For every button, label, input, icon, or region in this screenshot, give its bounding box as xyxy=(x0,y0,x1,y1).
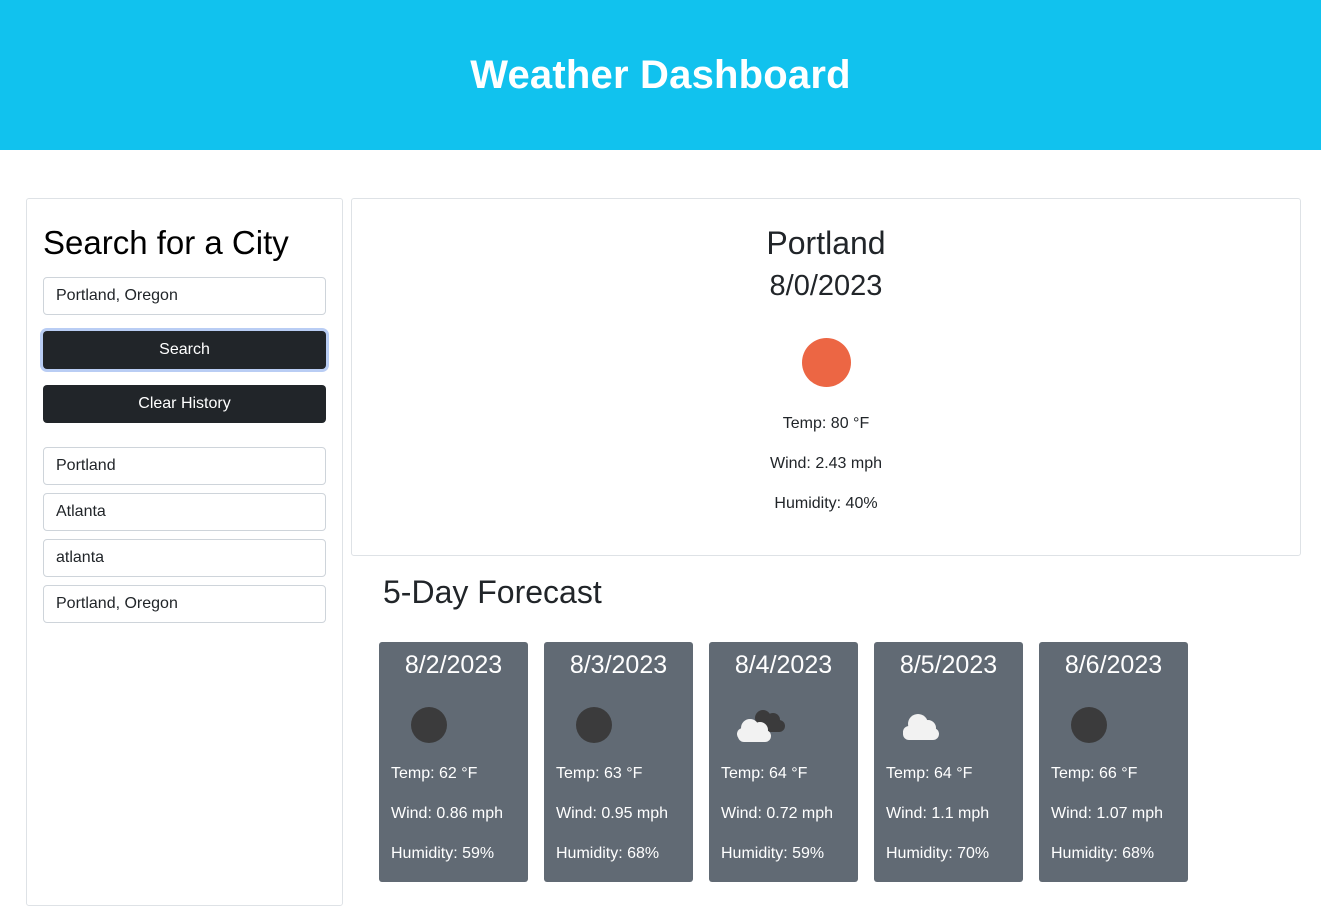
forecast-card: 8/5/2023 Temp: 64 °F Wind: 1.1 mph Humid… xyxy=(874,642,1023,882)
search-button[interactable]: Search xyxy=(43,331,326,369)
forecast-humidity: Humidity: 70% xyxy=(886,845,990,862)
forecast-date: 8/4/2023 xyxy=(734,651,833,679)
forecast-card: 8/3/2023 Temp: 63 °F Wind: 0.95 mph Humi… xyxy=(544,642,693,882)
search-history-list: Portland Atlanta atlanta Portland, Orego… xyxy=(43,447,326,631)
clouds-icon xyxy=(737,710,785,742)
forecast-heading: 5-Day Forecast xyxy=(383,574,602,610)
search-heading: Search for a City xyxy=(43,224,289,261)
forecast-wind: Wind: 0.72 mph xyxy=(721,805,834,822)
forecast-date: 8/5/2023 xyxy=(899,651,998,679)
page-title: Weather Dashboard xyxy=(470,52,851,97)
current-city-name: Portland xyxy=(766,225,886,261)
history-item[interactable]: Atlanta xyxy=(43,493,326,531)
history-item[interactable]: Portland, Oregon xyxy=(43,585,326,623)
moon-icon xyxy=(411,707,447,743)
forecast-card: 8/6/2023 Temp: 66 °F Wind: 1.07 mph Humi… xyxy=(1039,642,1188,882)
forecast-temp: Temp: 64 °F xyxy=(886,765,973,782)
forecast-temp: Temp: 63 °F xyxy=(556,765,643,782)
forecast-temp: Temp: 66 °F xyxy=(1051,765,1138,782)
forecast-wind: Wind: 1.07 mph xyxy=(1051,805,1164,822)
clear-history-button[interactable]: Clear History xyxy=(43,385,326,423)
current-weather-panel: Portland 8/0/2023 Temp: 80 °F Wind: 2.43… xyxy=(351,198,1301,556)
moon-icon xyxy=(576,707,612,743)
forecast-temp: Temp: 64 °F xyxy=(721,765,808,782)
forecast-card: 8/2/2023 Temp: 62 °F Wind: 0.86 mph Humi… xyxy=(379,642,528,882)
cloud-icon xyxy=(903,714,939,740)
forecast-date: 8/2/2023 xyxy=(404,651,503,679)
forecast-wind: Wind: 0.86 mph xyxy=(391,805,504,822)
forecast-humidity: Humidity: 59% xyxy=(721,845,825,862)
current-temp: Temp: 80 °F xyxy=(782,415,870,432)
moon-icon xyxy=(1071,707,1107,743)
sun-icon xyxy=(802,338,851,387)
search-sidebar: Search for a City Search Clear History P… xyxy=(26,198,343,906)
forecast-wind: Wind: 1.1 mph xyxy=(886,805,990,822)
header-banner: Weather Dashboard xyxy=(0,0,1321,150)
forecast-card: 8/4/2023 Temp: 64 °F Wind: 0.72 mph Humi… xyxy=(709,642,858,882)
forecast-temp: Temp: 62 °F xyxy=(391,765,478,782)
forecast-date: 8/6/2023 xyxy=(1064,651,1163,679)
current-date: 8/0/2023 xyxy=(769,270,883,302)
forecast-wind: Wind: 0.95 mph xyxy=(556,805,669,822)
forecast-date: 8/3/2023 xyxy=(569,651,668,679)
forecast-humidity: Humidity: 59% xyxy=(391,845,495,862)
forecast-humidity: Humidity: 68% xyxy=(1051,845,1155,862)
current-wind: Wind: 2.43 mph xyxy=(769,455,883,472)
history-item[interactable]: Portland xyxy=(43,447,326,485)
history-item[interactable]: atlanta xyxy=(43,539,326,577)
city-search-input[interactable] xyxy=(43,277,326,315)
forecast-humidity: Humidity: 68% xyxy=(556,845,660,862)
current-humidity: Humidity: 40% xyxy=(774,495,878,512)
